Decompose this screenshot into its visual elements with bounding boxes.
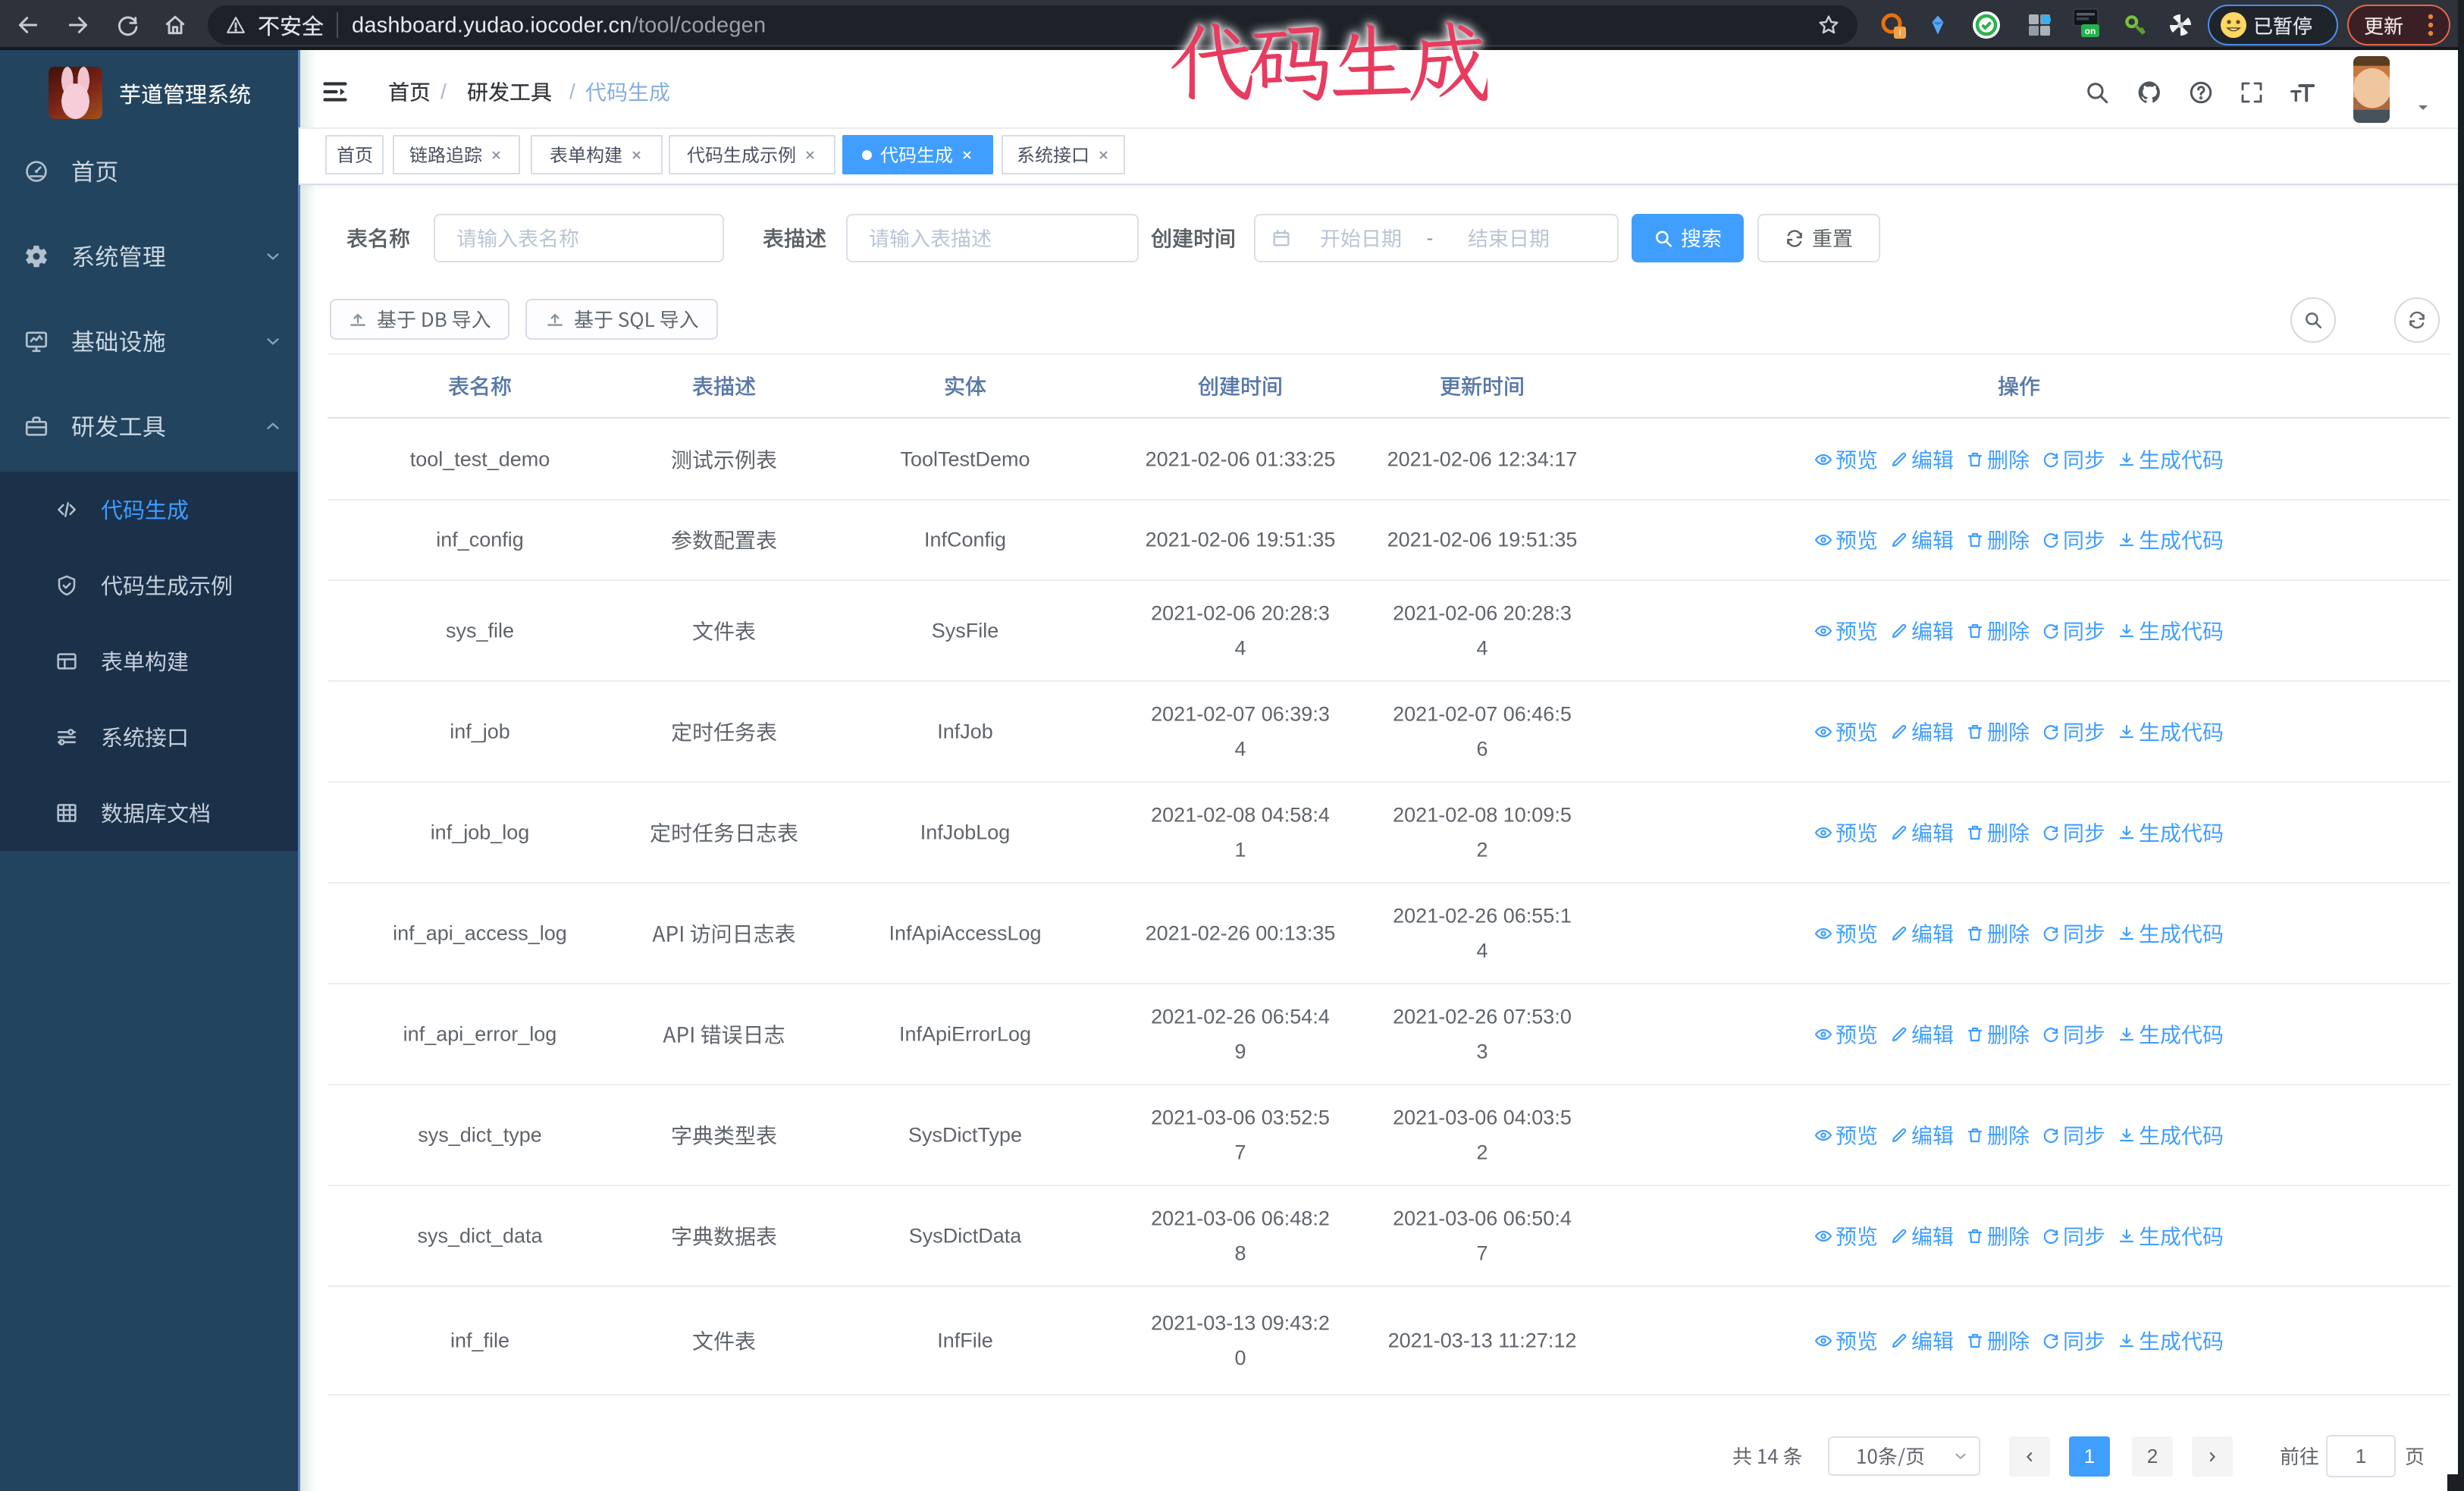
svg-text:i: i [1899, 27, 1901, 38]
svg-text:on: on [2085, 26, 2096, 36]
